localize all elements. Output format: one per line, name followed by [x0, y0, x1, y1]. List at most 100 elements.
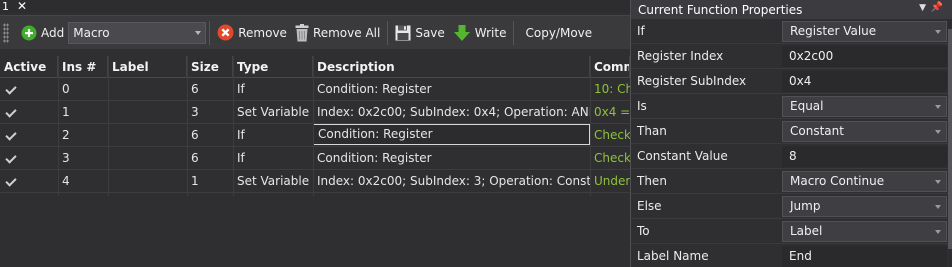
register-index-field[interactable]: 0x2c00 [782, 46, 947, 67]
description-cell: Condition: Register [317, 82, 432, 96]
property-row-if: If Register Value [631, 19, 952, 44]
add-button[interactable]: Add [17, 20, 68, 46]
floppy-disk-icon [395, 25, 411, 41]
table-row[interactable]: 0 6 If Condition: Register 10: Ch [0, 78, 630, 101]
properties-panel-header: Current Function Properties ▼ 📌 [631, 0, 952, 19]
column-header-description[interactable]: Description [313, 56, 590, 78]
write-button[interactable]: Write [449, 20, 511, 46]
active-checkbox[interactable] [0, 147, 58, 169]
document-tab-strip: 1 ✕ [0, 0, 630, 13]
comment-cell[interactable]: Under [590, 170, 630, 192]
column-divider [187, 56, 188, 196]
remove-button[interactable]: Remove [213, 20, 291, 46]
table-row[interactable]: 4 1 Set Variable Index: 0x2c00; SubIndex… [0, 170, 630, 193]
grid-header-row: Active Ins # Label Size Type Description… [0, 56, 630, 78]
toolbar-divider [209, 20, 211, 45]
remove-x-icon [217, 24, 234, 41]
label-cell[interactable] [108, 147, 187, 169]
remove-all-button[interactable]: Remove All [291, 20, 384, 46]
chevron-down-icon [935, 30, 941, 34]
chevron-down-icon [935, 130, 941, 134]
is-select[interactable]: Equal [782, 96, 947, 117]
type-cell: Set Variable [237, 105, 310, 119]
column-divider [590, 56, 591, 196]
comment-cell[interactable]: 10: Ch [590, 78, 630, 100]
table-row-selected[interactable]: 2 6 If Condition: Register Check [0, 124, 630, 147]
column-divider [313, 56, 314, 196]
label-cell[interactable] [108, 101, 187, 123]
comment-cell[interactable]: Check [590, 124, 630, 146]
register-subindex-field[interactable]: 0x4 [782, 71, 947, 92]
instruction-grid: Active Ins # Label Size Type Description… [0, 56, 630, 196]
property-row-to: To Label [631, 219, 952, 244]
than-select-value: Constant [790, 124, 844, 138]
dropdown-menu-icon[interactable]: ▼ [919, 3, 926, 13]
description-cell: Index: 0x2c00; SubIndex: 3; Operation: C… [317, 174, 590, 188]
label-cell[interactable] [108, 124, 187, 146]
to-select[interactable]: Label [782, 221, 947, 242]
property-row-label-name: Label Name End [631, 244, 952, 267]
label-cell[interactable] [108, 78, 187, 100]
label-cell[interactable] [108, 170, 187, 192]
remove-all-button-label: Remove All [312, 25, 381, 40]
table-row[interactable]: 3 6 If Condition: Register Check [0, 147, 630, 170]
if-select[interactable]: Register Value [782, 21, 947, 42]
toolbar-divider [387, 20, 389, 45]
remove-button-label: Remove [238, 25, 287, 40]
then-select[interactable]: Macro Continue [782, 171, 947, 192]
properties-panel-title: Current Function Properties [638, 2, 803, 17]
checkmark-icon [6, 108, 16, 118]
description-cell: Condition: Register [317, 151, 432, 165]
scrollbar-thumb[interactable] [948, 29, 952, 249]
toolbar-grip-handle[interactable] [3, 22, 9, 43]
constant-value-field[interactable]: 8 [782, 146, 947, 167]
property-label: Constant Value [637, 149, 728, 163]
else-select-value: Jump [790, 199, 821, 213]
column-header-comment[interactable]: Comm [590, 56, 630, 78]
else-select[interactable]: Jump [782, 196, 947, 217]
document-tab[interactable]: 1 ✕ [0, 0, 36, 13]
property-row-than: Than Constant [631, 119, 952, 144]
table-row[interactable]: 1 3 Set Variable Index: 0x2c00; SubIndex… [0, 101, 630, 124]
type-cell: If [237, 128, 245, 142]
size-cell: 6 [191, 151, 199, 165]
property-label: Then [637, 174, 667, 188]
comment-cell[interactable]: Check [590, 147, 630, 169]
property-label: Register Index [637, 49, 724, 63]
macro-type-value: Macro [73, 25, 110, 40]
close-icon[interactable]: ✕ [17, 0, 27, 12]
property-label: To [637, 224, 650, 238]
column-header-active[interactable]: Active [0, 56, 58, 78]
active-checkbox[interactable] [0, 170, 58, 192]
active-checkbox[interactable] [0, 124, 58, 146]
comment-cell[interactable]: 0x4 = [590, 101, 630, 123]
column-header-type[interactable]: Type [233, 56, 313, 78]
toolbar-divider [513, 20, 515, 45]
active-checkbox[interactable] [0, 101, 58, 123]
size-cell: 1 [191, 174, 199, 188]
copy-move-button[interactable]: Copy/Move [517, 20, 596, 46]
active-checkbox[interactable] [0, 78, 58, 100]
save-button[interactable]: Save [391, 20, 448, 46]
checkmark-icon [6, 85, 16, 95]
than-select[interactable]: Constant [782, 121, 947, 142]
size-cell: 3 [191, 105, 199, 119]
column-divider [58, 56, 59, 196]
column-header-ins[interactable]: Ins # [58, 56, 108, 78]
column-header-label[interactable]: Label [108, 56, 187, 78]
type-cell: Set Variable [237, 174, 310, 188]
chevron-down-icon [935, 180, 941, 184]
pin-icon[interactable]: 📌 [931, 2, 943, 13]
then-select-value: Macro Continue [790, 174, 885, 188]
label-name-field[interactable]: End [782, 246, 947, 267]
column-header-size[interactable]: Size [187, 56, 233, 78]
plus-circle-icon [21, 25, 37, 41]
macro-toolbar: Add Macro Remove Remove All Save Write C… [0, 15, 630, 49]
write-button-label: Write [474, 25, 507, 40]
property-label: Than [637, 124, 667, 138]
property-row-register-subindex: Register SubIndex 0x4 [631, 69, 952, 94]
property-label: Register SubIndex [637, 74, 747, 88]
macro-type-select[interactable]: Macro [68, 21, 207, 44]
description-cell-focused[interactable]: Condition: Register [313, 124, 590, 145]
properties-scrollbar[interactable] [948, 19, 952, 267]
